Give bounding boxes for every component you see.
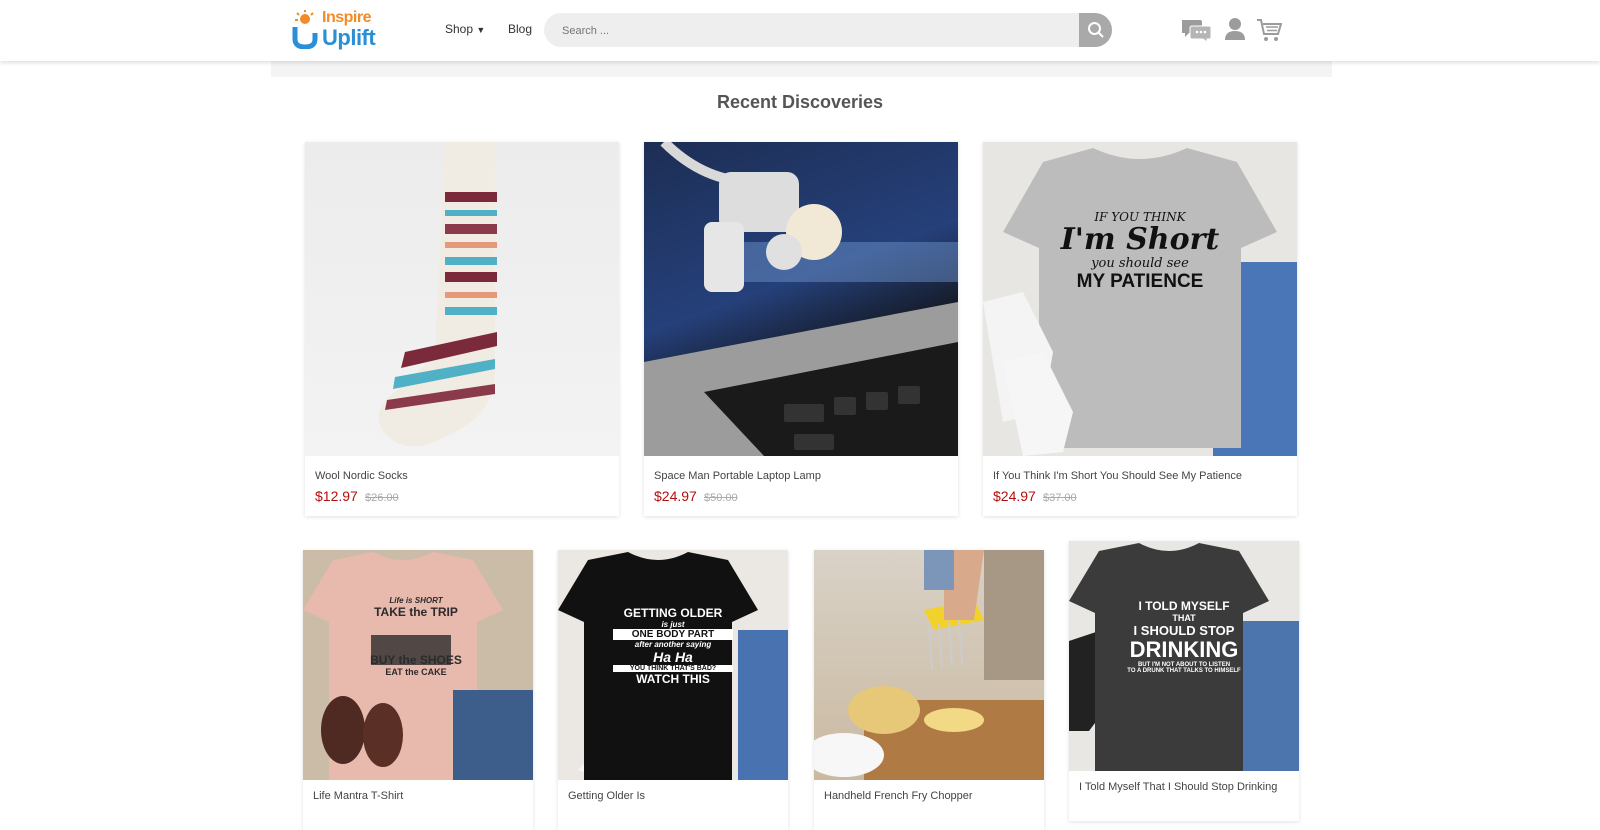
- caret-down-icon: ▼: [476, 25, 486, 35]
- logo-text-uplift: Uplift: [322, 25, 376, 50]
- product-name[interactable]: Wool Nordic Socks: [315, 468, 408, 484]
- cart-icon[interactable]: [1256, 17, 1282, 43]
- header-divider-band: [271, 61, 1332, 77]
- shirt-print-text: GETTING OLDER is just ONE BODY PART afte…: [613, 606, 733, 686]
- product-name[interactable]: Life Mantra T-Shirt: [313, 788, 403, 804]
- product-old-price: $37.00: [1043, 492, 1077, 504]
- product-card[interactable]: Space Man Portable Laptop Lamp $24.97 $5…: [644, 142, 958, 516]
- search-icon: [1087, 22, 1104, 38]
- tshirt-illustration: [983, 148, 1297, 456]
- product-name[interactable]: Handheld French Fry Chopper: [824, 788, 973, 804]
- laptop-lamp-illustration: [644, 142, 958, 456]
- user-account-icon[interactable]: [1224, 17, 1246, 41]
- site-header: Inspire Uplift Shop ▼ Blog: [0, 0, 1600, 61]
- product-name[interactable]: I Told Myself That I Should Stop Drinkin…: [1079, 779, 1289, 795]
- inspire-uplift-logo[interactable]: Inspire Uplift: [292, 9, 384, 50]
- product-old-price: $26.00: [365, 492, 399, 504]
- product-card[interactable]: Life is SHORT TAKE the TRIP BUY the SHOE…: [303, 550, 533, 830]
- product-image-getting-older-shirt[interactable]: GETTING OLDER is just ONE BODY PART afte…: [558, 550, 788, 780]
- shirt-print-text: I TOLD MYSELF THAT I SHOULD STOP DRINKIN…: [1127, 599, 1241, 674]
- product-image-wool-socks[interactable]: [305, 142, 619, 456]
- shirt-print-text: IF YOU THINK I'm Short you should see MY…: [1060, 210, 1220, 292]
- product-price: $24.97: [654, 488, 697, 504]
- product-card[interactable]: GETTING OLDER is just ONE BODY PART afte…: [558, 550, 788, 830]
- logo-sun-icon: [292, 10, 318, 49]
- chopper-illustration: [814, 550, 1044, 780]
- sock-illustration: [378, 142, 497, 447]
- product-card[interactable]: I TOLD MYSELF THAT I SHOULD STOP DRINKIN…: [1069, 541, 1299, 821]
- product-price: $12.97: [315, 488, 358, 504]
- nav-blog-link[interactable]: Blog: [508, 22, 532, 36]
- search-button[interactable]: [1079, 13, 1112, 47]
- section-title: Recent Discoveries: [716, 92, 884, 112]
- product-image-stop-drinking-shirt[interactable]: I TOLD MYSELF THAT I SHOULD STOP DRINKIN…: [1069, 541, 1299, 771]
- product-image-life-mantra-shirt[interactable]: Life is SHORT TAKE the TRIP BUY the SHOE…: [303, 550, 533, 780]
- shirt-print-text: Life is SHORT TAKE the TRIP BUY the SHOE…: [370, 596, 462, 677]
- product-card[interactable]: Handheld French Fry Chopper: [814, 550, 1044, 830]
- nav-shop-menu[interactable]: Shop ▼: [445, 22, 485, 36]
- product-image-short-patience-shirt[interactable]: IF YOU THINK I'm Short you should see MY…: [983, 142, 1297, 456]
- product-name[interactable]: Getting Older Is: [568, 788, 645, 804]
- product-name[interactable]: Space Man Portable Laptop Lamp: [654, 468, 821, 484]
- product-card[interactable]: Wool Nordic Socks $12.97 $26.00: [305, 142, 619, 516]
- nav-shop-label: Shop: [445, 22, 474, 36]
- search-bar: [544, 13, 1112, 49]
- product-image-fry-chopper[interactable]: [814, 550, 1044, 780]
- product-price: $24.97: [993, 488, 1036, 504]
- product-image-laptop-lamp[interactable]: [644, 142, 958, 456]
- product-card[interactable]: IF YOU THINK I'm Short you should see MY…: [983, 142, 1297, 516]
- chat-icon[interactable]: [1182, 18, 1212, 42]
- search-input[interactable]: [560, 13, 1084, 49]
- product-old-price: $50.00: [704, 492, 738, 504]
- product-name[interactable]: If You Think I'm Short You Should See My…: [993, 468, 1242, 484]
